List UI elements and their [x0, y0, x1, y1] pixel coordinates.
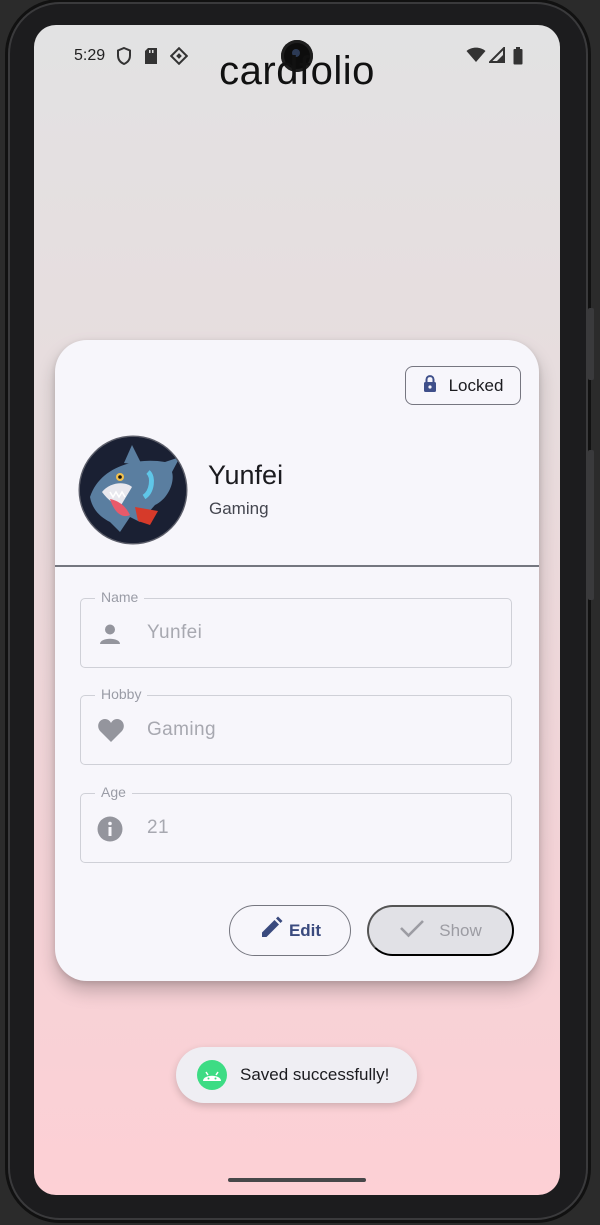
name-field-label: Name	[95, 589, 145, 605]
power-button	[588, 308, 594, 380]
volume-button	[588, 450, 594, 600]
hobby-field-label: Hobby	[95, 686, 148, 702]
divider	[55, 565, 539, 567]
profile-avatar	[80, 437, 186, 543]
profile-card: Locked Yunfei Gaming Name Yunfei Hobby G…	[55, 340, 539, 981]
name-field-value: Yunfei	[147, 622, 203, 643]
name-field[interactable]: Name Yunfei	[80, 589, 512, 668]
edit-button-label: Edit	[288, 920, 322, 940]
lock-button-label: Locked	[448, 375, 504, 395]
profile-name: Yunfei	[208, 460, 284, 490]
show-button[interactable]: Show	[367, 905, 514, 956]
home-indicator[interactable]	[228, 1178, 366, 1182]
person-icon	[97, 621, 123, 647]
lock-icon	[423, 374, 437, 397]
check-icon	[399, 918, 425, 943]
app-title: cardfolio	[219, 49, 375, 93]
android-icon	[197, 1060, 227, 1090]
heart-icon	[97, 718, 124, 744]
age-field-value: 21	[147, 817, 169, 838]
hobby-field[interactable]: Hobby Gaming	[80, 686, 512, 765]
toast-text: Saved successfully!	[240, 1065, 390, 1084]
age-field[interactable]: Age 21	[80, 784, 512, 863]
toast-message: Saved successfully!	[176, 1047, 417, 1103]
hobby-field-value: Gaming	[147, 719, 216, 740]
profile-hobby: Gaming	[209, 499, 269, 518]
device-screen: 5:29 cardfolio Locked Yunfei Gaming Name…	[34, 25, 560, 1195]
info-icon	[97, 816, 123, 842]
age-field-label: Age	[95, 784, 132, 800]
pencil-icon	[259, 916, 283, 945]
show-button-label: Show	[439, 920, 482, 940]
edit-button[interactable]: Edit	[229, 905, 351, 956]
lock-toggle-button[interactable]: Locked	[405, 366, 521, 405]
